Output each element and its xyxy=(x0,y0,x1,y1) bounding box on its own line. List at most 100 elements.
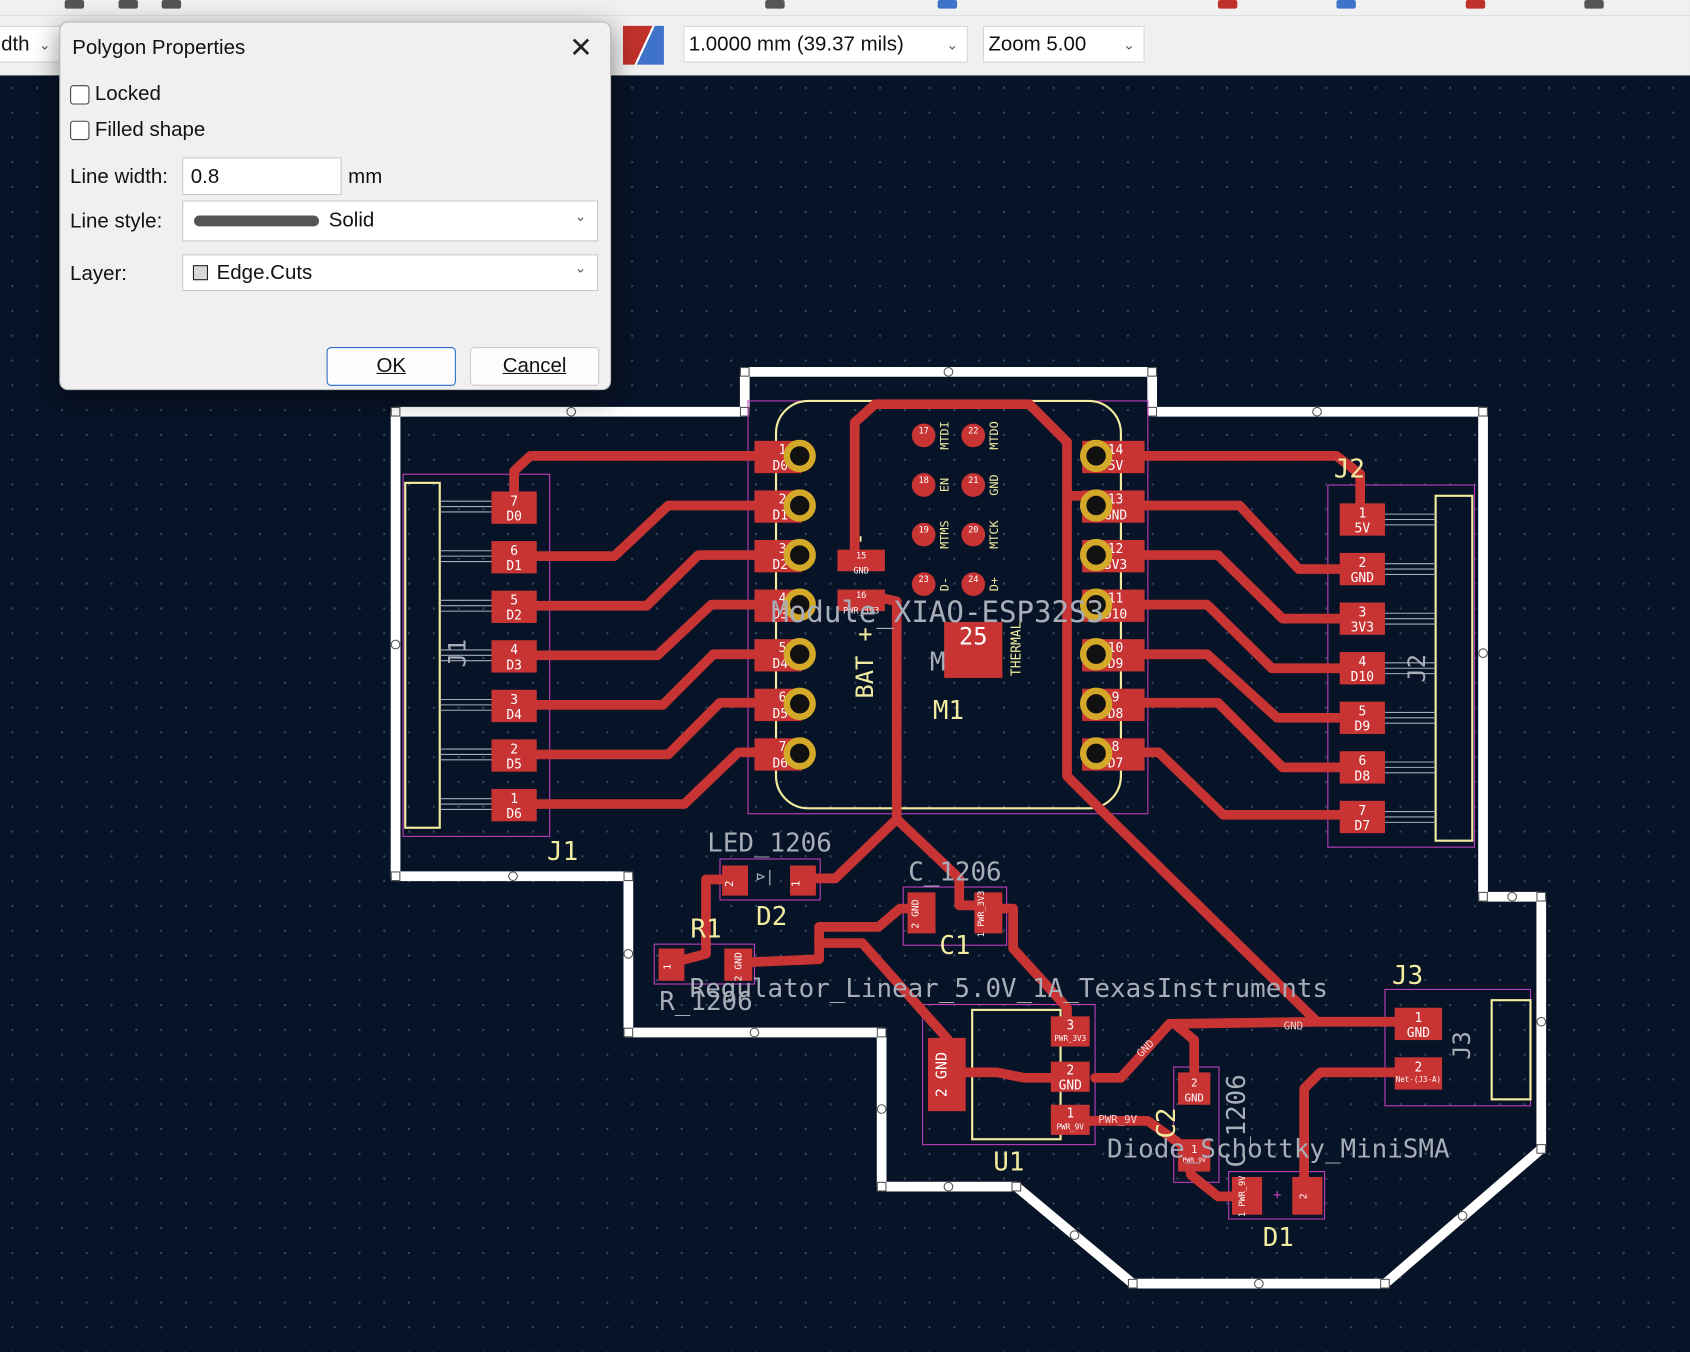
u1-reference: U1 xyxy=(993,1147,1024,1177)
edit-handle xyxy=(1147,406,1158,417)
toolbar-icon[interactable] xyxy=(1584,0,1604,9)
layer-pair-indicator[interactable] xyxy=(622,25,664,65)
module-through-hole-pad xyxy=(783,638,816,671)
toolbar-icon[interactable] xyxy=(64,0,85,9)
module-fab-ref: M xyxy=(930,647,946,677)
module-through-hole-pad xyxy=(1079,439,1113,473)
edit-handle xyxy=(1478,891,1488,902)
zoom-value: Zoom 5.00 xyxy=(988,33,1087,57)
locked-label: Locked xyxy=(94,82,161,106)
pad-number: 5 xyxy=(510,594,518,609)
line-width-input[interactable]: 0.8 xyxy=(182,157,342,196)
copper-trace xyxy=(531,697,781,760)
filled-shape-label: Filled shape xyxy=(94,118,206,142)
pad-net-name: GND xyxy=(1351,571,1374,586)
pad-number: 3 xyxy=(510,693,518,708)
edit-handle xyxy=(876,1027,887,1038)
edit-handle xyxy=(623,1027,634,1038)
d1-reference: D1 xyxy=(1263,1223,1294,1253)
pad-net-name: D8 xyxy=(1355,769,1371,784)
led-reference: D2 xyxy=(756,902,787,932)
pad-net-name: D9 xyxy=(1355,720,1371,735)
pad-number: 7 xyxy=(1358,804,1366,819)
u1-value-label: Regulator_Linear_5.0V_1A_TexasInstrument… xyxy=(690,974,1328,1004)
toolbar-icon[interactable] xyxy=(161,0,182,9)
pad-net-name: D3 xyxy=(506,658,522,673)
edit-handle xyxy=(1011,1181,1022,1192)
copper-trace xyxy=(1137,697,1345,773)
pad-number: 2 xyxy=(723,881,736,887)
toolbar-icon[interactable] xyxy=(1336,0,1356,9)
cancel-button[interactable]: Cancel xyxy=(469,347,600,386)
r1-reference: R1 xyxy=(690,915,721,945)
pad-net-name: D4 xyxy=(506,708,522,723)
checkbox-box[interactable] xyxy=(70,120,90,141)
edit-midpoint-handle xyxy=(1536,1016,1547,1027)
pad-number: 2 xyxy=(1191,1076,1197,1089)
zoom-select[interactable]: Zoom 5.00 ⌄ xyxy=(982,25,1145,63)
track-width-value: dth xyxy=(1,33,30,57)
edit-midpoint-handle xyxy=(508,871,518,882)
module-through-hole-pad xyxy=(783,439,816,473)
c1-value-label: C_1206 xyxy=(908,858,1001,888)
pad-number: 9 xyxy=(1112,691,1120,706)
locked-checkbox[interactable]: Locked xyxy=(70,83,161,107)
battery-minus-label: - xyxy=(848,532,873,545)
toolbar-icon[interactable] xyxy=(118,0,138,9)
grid-value: 1.0000 mm (39.37 mils) xyxy=(688,33,904,57)
pad-net-name: D6 xyxy=(506,807,522,822)
edit-midpoint-handle xyxy=(623,949,634,959)
module-pin-silk-label: D+ xyxy=(987,577,1001,591)
chevron-down-icon: ⌄ xyxy=(946,36,959,53)
ok-button[interactable]: OK xyxy=(326,347,456,386)
copper-trace xyxy=(509,451,781,512)
battery-label: BAT + xyxy=(851,627,879,698)
toolbar-icon[interactable] xyxy=(1465,0,1486,9)
pad-net-name: 1 PWR_3V3 xyxy=(977,891,987,938)
pad-number: 6 xyxy=(1358,754,1366,769)
pad-net-name: 5V xyxy=(1355,521,1371,536)
pad-number: 2 xyxy=(1358,556,1366,571)
line-width-value: 0.8 xyxy=(190,165,220,189)
edit-handle xyxy=(876,1181,887,1192)
toolbar-icon[interactable] xyxy=(1217,0,1238,9)
close-icon[interactable]: ✕ xyxy=(569,31,592,64)
grid-select[interactable]: 1.0000 mm (39.37 mils) ⌄ xyxy=(683,25,968,63)
pad-number: 1 xyxy=(1066,1107,1074,1122)
j1-reference: J1 xyxy=(547,837,578,867)
module-pin-silk-label: GND xyxy=(987,474,1001,495)
pad-net-name: D7 xyxy=(1355,819,1371,834)
pad-number: 18 xyxy=(918,476,928,486)
module-through-hole-pad xyxy=(1079,737,1113,770)
j1-body-silkscreen xyxy=(404,481,441,829)
module-through-hole-pad xyxy=(783,737,816,770)
pad-net-name: 2 GND xyxy=(910,899,921,928)
chevron-down-icon: ⌄ xyxy=(38,36,51,53)
j3-body-silkscreen xyxy=(1490,999,1532,1101)
copper-trace xyxy=(1137,747,1345,820)
module-through-hole-pad xyxy=(1079,489,1113,522)
track-width-select[interactable]: dth ⌄ xyxy=(0,25,61,63)
module-value-label: Module_XIAO-ESP32S3 xyxy=(771,595,1104,630)
module-through-hole-pad xyxy=(783,538,816,572)
pad-net-name: D0 xyxy=(506,510,522,525)
pad-number: 4 xyxy=(510,643,518,658)
j2-fab-ref: J2 xyxy=(1403,654,1431,683)
pad-number: 6 xyxy=(510,544,518,559)
line-style-select[interactable]: Solid ⌄ xyxy=(182,200,599,242)
edit-midpoint-handle xyxy=(1069,1230,1080,1241)
dialog-title: Polygon Properties xyxy=(72,36,246,60)
pad-net-name: 3V3 xyxy=(1351,621,1374,636)
edit-handle xyxy=(623,871,634,882)
checkbox-box[interactable] xyxy=(70,85,90,105)
module-pin-silk-label: MTCK xyxy=(987,519,1001,548)
solid-line-preview-icon xyxy=(194,215,320,227)
layer-select[interactable]: Edge.Cuts ⌄ xyxy=(182,254,599,292)
edit-midpoint-handle xyxy=(943,1181,954,1192)
trace-net-label: PWR_9V xyxy=(1098,1113,1137,1126)
toolbar-icon[interactable] xyxy=(937,0,958,9)
filled-shape-checkbox[interactable]: Filled shape xyxy=(70,119,205,143)
toolbar-icon[interactable] xyxy=(765,0,785,9)
pad-number: 15 xyxy=(856,551,866,561)
trace-net-label: GND xyxy=(1284,1019,1303,1032)
